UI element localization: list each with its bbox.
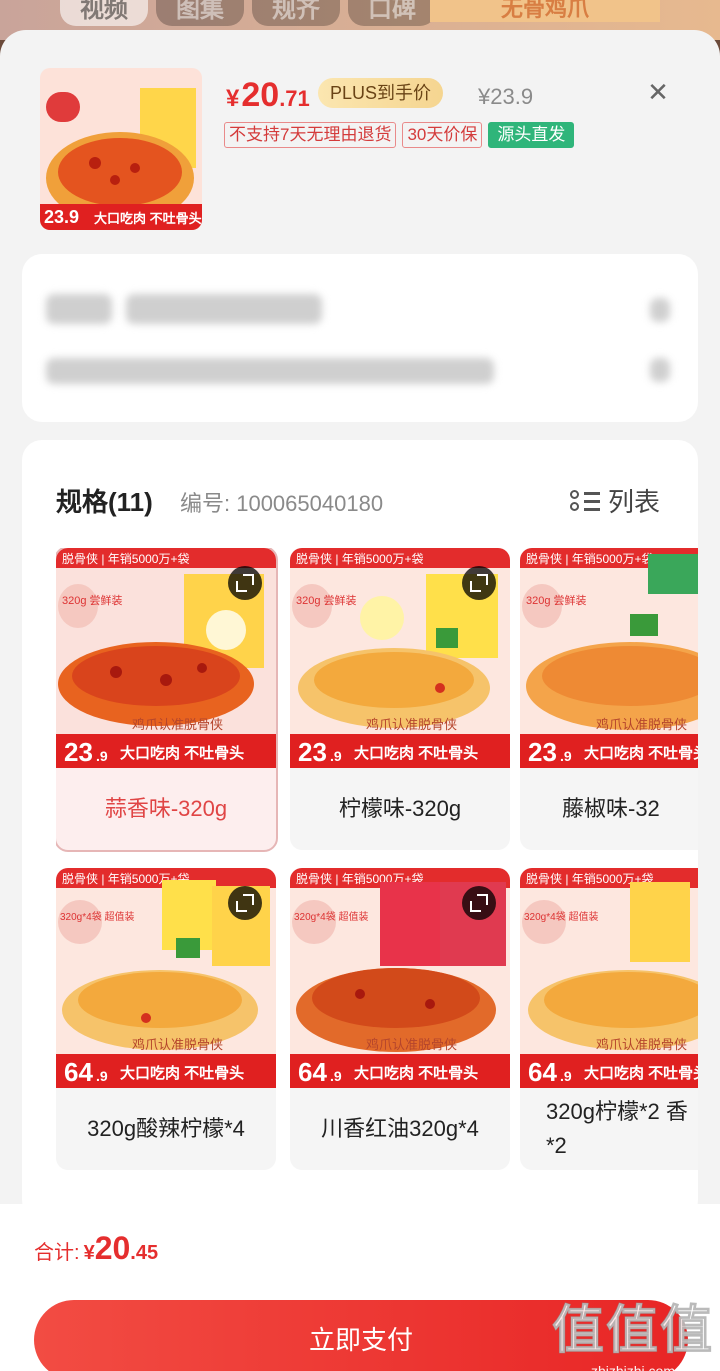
blurred-text [46,358,494,384]
slogan-top: 鸡爪认准脱骨侠 [366,1037,457,1052]
spec-option-card[interactable]: 脱骨侠 | 年销5000万+袋 320g*4袋 超值装 鸡爪认准脱骨侠 64 .… [520,868,698,1170]
zoom-icon[interactable] [228,886,262,920]
watermark-logo: 值值值 zhizhizhi.com [551,1288,714,1371]
slogan-bottom: 大口吃肉 不吐骨头 [120,1064,244,1082]
spec-option-image: 脱骨侠 | 年销5000万+袋 320g 尝鲜装 鸡爪认准脱骨侠 23 .9 大… [520,548,698,768]
card-price-dec: .9 [330,748,342,764]
product-header: 23.9 大口吃肉 不吐骨头 ¥ 20 .71 PLUS到手价 ¥23.9 ✕ … [0,30,720,270]
card-price-int: 23 [528,737,557,767]
spec-section: 规格(11) 编号: 100065040180 列表 脱骨侠 | 年销5000万… [22,440,698,1220]
price-decimal: .71 [279,86,310,111]
list-label: 列表 [608,487,661,517]
card-price-dec: .9 [96,1068,108,1084]
card-price-dec: .9 [560,1068,572,1084]
currency-symbol: ¥ [83,1242,95,1264]
spec-option-label: 320g酸辣柠檬*4 [87,1116,245,1141]
svg-text:脱骨侠 | 年销5000万+袋: 脱骨侠 | 年销5000万+袋 [526,551,654,566]
slogan-bottom: 大口吃肉 不吐骨头 [584,744,698,762]
spec-option-label: 川香红油320g*4 [321,1116,479,1141]
total-label: 合计: [34,1242,80,1264]
tag-direct-ship: 源头直发 [488,122,575,148]
spec-number: 编号: 100065040180 [180,491,384,516]
pack-label: 320g 尝鲜装 [62,593,123,607]
pack-label: 320g*4袋 超值装 [294,910,368,923]
slogan-bottom: 大口吃肉 不吐骨头 [354,744,478,762]
card-price-int: 64 [64,1057,93,1087]
background-tabs: 视频 图集 规齐 口碑 [60,0,436,26]
tag-no-return: 不支持7天无理由退货 [224,122,397,148]
spec-option-label: 柠檬味-320g [338,796,462,821]
slogan-bottom: 大口吃肉 不吐骨头 [584,1064,698,1082]
slogan-top: 鸡爪认准脱骨侠 [132,717,223,732]
background-tab: 视频 [60,0,148,26]
slogan-bottom: 大口吃肉 不吐骨头 [354,1064,478,1082]
zoom-icon[interactable] [462,566,496,600]
total-price: 合计: ¥ 20 .45 [34,1230,158,1267]
slogan-bottom: 大口吃肉 不吐骨头 [120,744,244,762]
plus-price-badge: PLUS到手价 [318,78,444,108]
background-tab: 口碑 [348,0,436,26]
spec-option-image: 脱骨侠 | 年销5000万+袋 320g*4袋 超值装 鸡爪认准脱骨侠 64 .… [520,868,698,1088]
spec-option-card[interactable]: 脱骨侠 | 年销5000万+袋 320g*4袋 超值装 鸡爪认准脱骨侠 64 .… [290,868,510,1170]
spec-option-card[interactable]: 脱骨侠 | 年销5000万+袋 320g*4袋 超值装 鸡爪认准脱骨侠 64 .… [56,868,276,1170]
spec-option-card[interactable]: 脱骨侠 | 年销5000万+袋 320g 尝鲜装 鸡爪认准脱骨侠 23 .9 大… [520,548,698,850]
background-tab: 规齐 [252,0,340,26]
current-price: ¥ 20 .71 [226,76,310,115]
product-thumbnail[interactable]: 23.9 大口吃肉 不吐骨头 [40,68,202,230]
spec-option-card[interactable]: 脱骨侠 | 年销5000万+袋 320g 尝鲜装 鸡爪认准脱骨侠 23 .9 大… [290,548,510,850]
spec-title: 规格(11) [56,487,153,517]
card-price-dec: .9 [330,1068,342,1084]
chevron-right-icon [650,298,670,322]
slogan-top: 鸡爪认准脱骨侠 [596,1037,687,1052]
pack-label: 320g 尝鲜装 [526,593,587,607]
close-icon[interactable]: ✕ [640,74,676,110]
background-tab: 图集 [156,0,244,26]
card-price-int: 64 [528,1057,557,1087]
card-price-int: 64 [298,1057,327,1087]
currency-symbol: ¥ [226,85,240,112]
spec-option-card[interactable]: 脱骨侠 | 年销5000万+袋 320g 尝鲜装 鸡爪认准脱骨侠 23 .9 大… [56,548,278,852]
blurred-text [46,294,112,324]
background-banner: 无骨鸡爪 [430,0,660,22]
card-price-int: 23 [64,737,93,767]
card-price-dec: .9 [560,748,572,764]
watermark-url: zhizhizhi.com [590,1363,675,1371]
card-price-dec: .9 [96,748,108,764]
slogan-top: 鸡爪认准脱骨侠 [596,717,687,732]
list-view-toggle[interactable]: 列表 [570,482,660,519]
chevron-right-icon [650,358,670,382]
blurred-text [126,294,322,324]
spec-option-label: 藤椒味-32 [562,796,660,821]
card-price-int: 23 [298,737,327,767]
zoom-icon[interactable] [462,886,496,920]
pack-label: 320g*4袋 超值装 [60,910,134,923]
purchase-sheet: 23.9 大口吃肉 不吐骨头 ¥ 20 .71 PLUS到手价 ¥23.9 ✕ … [0,30,720,1371]
svg-text:23.9: 23.9 [44,207,79,227]
total-integer: 20 [94,1230,131,1266]
tag-price-protect: 30天价保 [402,122,483,148]
svg-text:脱骨侠 | 年销5000万+袋: 脱骨侠 | 年销5000万+袋 [62,551,190,566]
address-card-blurred[interactable] [22,254,698,422]
service-tags: 不支持7天无理由退货 30天价保 源头直发 [224,122,575,148]
price-integer: 20 [241,76,280,114]
slogan-top: 鸡爪认准脱骨侠 [366,717,457,732]
original-price: ¥23.9 [478,84,534,109]
svg-text:脱骨侠 | 年销5000万+袋: 脱骨侠 | 年销5000万+袋 [296,551,424,566]
zoom-icon[interactable] [228,566,262,600]
watermark-text: 值值值 [551,1302,714,1361]
slogan-top: 鸡爪认准脱骨侠 [132,1037,223,1052]
pack-label: 320g 尝鲜装 [296,593,357,607]
total-decimal: .45 [130,1242,159,1264]
spec-options-grid: 脱骨侠 | 年销5000万+袋 320g 尝鲜装 鸡爪认准脱骨侠 23 .9 大… [56,548,698,1188]
list-icon [570,488,600,514]
spec-option-label: 蒜香味-320g [104,796,228,821]
pack-label: 320g*4袋 超值装 [524,910,598,923]
svg-text:大口吃肉 不吐骨头: 大口吃肉 不吐骨头 [94,211,202,226]
spec-option-label: 320g柠檬*2 香*2 [546,1099,688,1158]
